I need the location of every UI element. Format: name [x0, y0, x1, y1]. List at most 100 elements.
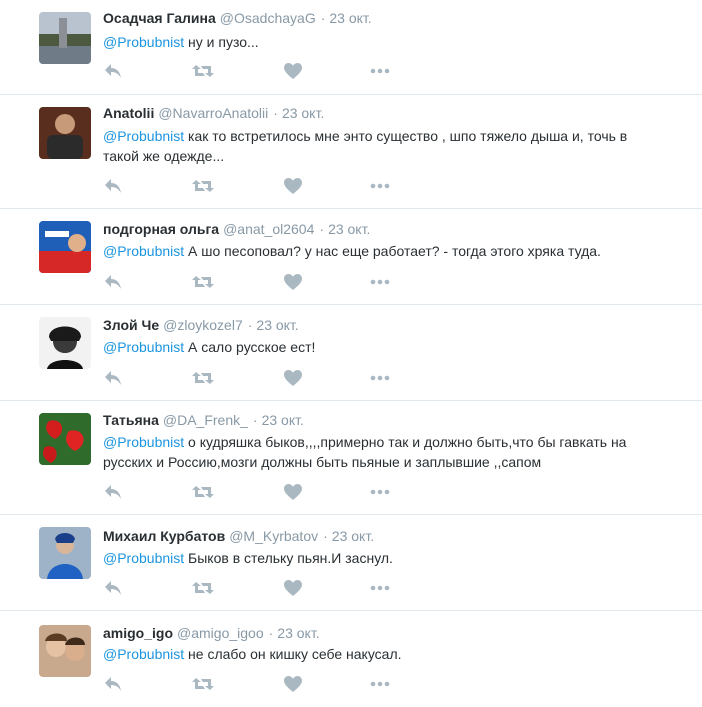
tweet-body: ну и пузо... — [184, 34, 259, 50]
tweet-text: @Probubnist А сало русское ест! — [103, 337, 663, 357]
tweet-text: @Probubnist о кудряшка быков,,,,примерно… — [103, 432, 663, 472]
avatar[interactable] — [39, 527, 91, 579]
retweet-icon[interactable] — [191, 369, 215, 387]
tweet-timestamp[interactable]: 23 окт. — [277, 625, 319, 641]
more-icon[interactable] — [369, 483, 391, 501]
author-name[interactable]: amigo_igo — [103, 625, 173, 641]
tweet-feed: Осадчая Галина @OsadchayaG · 23 окт. @Probu… — [0, 0, 702, 707]
tweet-item[interactable]: Злой Че @zloykozel7 · 23 окт. @Probubnist А… — [0, 305, 702, 401]
retweet-icon[interactable] — [191, 483, 215, 501]
avatar[interactable] — [39, 221, 91, 273]
retweet-icon[interactable] — [191, 177, 215, 195]
author-handle[interactable]: @OsadchayaG — [220, 10, 316, 26]
red-anthurium-flowers-image — [39, 413, 91, 465]
more-icon[interactable] — [369, 579, 391, 597]
avatar[interactable] — [39, 12, 91, 64]
heart-icon[interactable] — [283, 483, 303, 501]
tweet-body: А сало русское ест! — [184, 339, 316, 355]
tweet-text: @Probubnist ну и пузо... — [103, 32, 663, 52]
author-handle[interactable]: @anat_ol2604 — [223, 221, 314, 237]
united-russia-logo-photo-image — [39, 221, 91, 273]
tweet-item[interactable]: amigo_igo @amigo_igoo · 23 окт. @Probubnist… — [0, 611, 702, 707]
more-icon[interactable] — [369, 62, 391, 80]
more-icon[interactable] — [369, 675, 391, 693]
author-handle[interactable]: @zloykozel7 — [163, 317, 243, 333]
separator-dot: · — [319, 221, 325, 237]
mention-link[interactable]: @Probubnist — [103, 128, 184, 144]
avatar[interactable] — [39, 413, 91, 465]
tweet-item[interactable]: Anatolii @NavarroAnatolii · 23 окт. @Probub… — [0, 95, 702, 209]
heart-icon[interactable] — [283, 273, 303, 291]
heart-icon[interactable] — [283, 579, 303, 597]
separator-dot: · — [268, 625, 274, 641]
mention-link[interactable]: @Probubnist — [103, 339, 184, 355]
che-guevara-portrait-image — [39, 317, 91, 369]
tweet-actions — [103, 62, 403, 82]
tweet-text: @Probubnist А шо песоповал? у нас еще ра… — [103, 241, 663, 261]
retweet-icon[interactable] — [191, 62, 215, 80]
author-handle[interactable]: @M_Kyrbatov — [229, 528, 318, 544]
tweet-body: А шо песоповал? у нас еще работает? - то… — [184, 243, 601, 259]
tweet-item[interactable]: подгорная ольга @anat_ol2604 · 23 окт. @Pro… — [0, 209, 702, 305]
tweet-actions — [103, 675, 403, 695]
author-name[interactable]: Татьяна — [103, 412, 159, 428]
author-name[interactable]: Злой Че — [103, 317, 159, 333]
author-name[interactable]: Осадчая Галина — [103, 10, 216, 26]
more-icon[interactable] — [369, 369, 391, 387]
mention-link[interactable]: @Probubnist — [103, 434, 184, 450]
tweet-text: @Probubnist не слабо он кишку себе накус… — [103, 644, 663, 664]
tweet-body: Быков в стельку пьян.И заснул. — [184, 550, 393, 566]
tweet-item[interactable]: Татьяна @DA_Frenk_ · 23 окт. @Probubnist о … — [0, 401, 702, 515]
tweet-body: не слабо он кишку себе накусал. — [184, 646, 402, 662]
tweet-actions — [103, 273, 403, 293]
couple-photo-image — [39, 625, 91, 677]
separator-dot: · — [320, 10, 326, 26]
reply-icon[interactable] — [103, 483, 123, 501]
tweet-actions — [103, 177, 403, 197]
author-handle[interactable]: @NavarroAnatolii — [158, 105, 268, 121]
retweet-icon[interactable] — [191, 579, 215, 597]
heart-icon[interactable] — [283, 675, 303, 693]
tweet-item[interactable]: Осадчая Галина @OsadchayaG · 23 окт. @Probu… — [0, 0, 702, 95]
mention-link[interactable]: @Probubnist — [103, 550, 184, 566]
reply-icon[interactable] — [103, 62, 123, 80]
mention-link[interactable]: @Probubnist — [103, 243, 184, 259]
tweet-actions — [103, 483, 403, 503]
heart-icon[interactable] — [283, 177, 303, 195]
author-name[interactable]: Михаил Курбатов — [103, 528, 225, 544]
author-handle[interactable]: @DA_Frenk_ — [163, 412, 248, 428]
more-icon[interactable] — [369, 273, 391, 291]
more-icon[interactable] — [369, 177, 391, 195]
heart-icon[interactable] — [283, 62, 303, 80]
reply-icon[interactable] — [103, 273, 123, 291]
landscape-photo-image — [39, 12, 91, 64]
author-name[interactable]: подгорная ольга — [103, 221, 219, 237]
tweet-timestamp[interactable]: 23 окт. — [282, 105, 324, 121]
retweet-icon[interactable] — [191, 273, 215, 291]
tweet-item[interactable]: Михаил Курбатов @M_Kyrbatov · 23 окт. @Prob… — [0, 515, 702, 611]
tweet-text: @Probubnist как то встретилось мне энто … — [103, 126, 663, 166]
tweet-timestamp[interactable]: 23 окт. — [262, 412, 304, 428]
tweet-timestamp[interactable]: 23 окт. — [332, 528, 374, 544]
avatar[interactable] — [39, 625, 91, 677]
reply-icon[interactable] — [103, 369, 123, 387]
heart-icon[interactable] — [283, 369, 303, 387]
author-name[interactable]: Anatolii — [103, 105, 154, 121]
separator-dot: · — [247, 317, 253, 333]
author-handle[interactable]: @amigo_igoo — [177, 625, 264, 641]
reply-icon[interactable] — [103, 177, 123, 195]
mention-link[interactable]: @Probubnist — [103, 646, 184, 662]
avatar[interactable] — [39, 317, 91, 369]
tweet-timestamp[interactable]: 23 окт. — [256, 317, 298, 333]
tweet-timestamp[interactable]: 23 окт. — [328, 221, 370, 237]
tweet-text: @Probubnist Быков в стельку пьян.И засну… — [103, 548, 663, 568]
separator-dot: · — [252, 412, 258, 428]
mention-link[interactable]: @Probubnist — [103, 34, 184, 50]
retweet-icon[interactable] — [191, 675, 215, 693]
separator-dot: · — [323, 528, 328, 544]
reply-icon[interactable] — [103, 579, 123, 597]
avatar[interactable] — [39, 107, 91, 159]
tweet-timestamp[interactable]: 23 окт. — [329, 10, 371, 26]
man-in-dark-shirt-photo-image — [39, 107, 91, 159]
reply-icon[interactable] — [103, 675, 123, 693]
